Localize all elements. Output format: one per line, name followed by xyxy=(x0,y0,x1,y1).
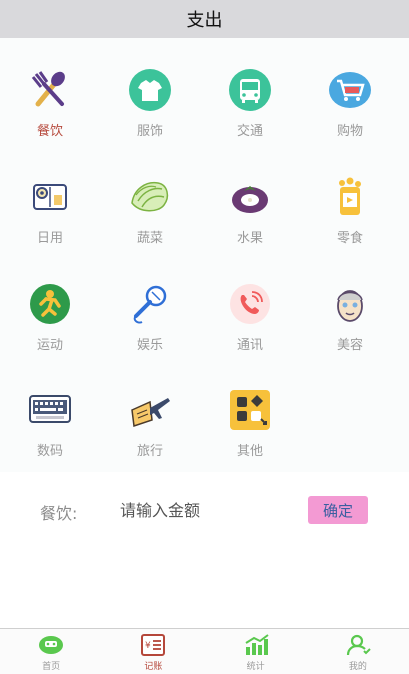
category-label: 旅行 xyxy=(136,444,163,459)
plane-ticket-icon xyxy=(127,388,173,432)
category-digital[interactable]: 数码 xyxy=(0,358,100,459)
nav-item-profile[interactable]: 我的 xyxy=(307,629,409,674)
category-beauty[interactable]: 美容 xyxy=(300,252,400,353)
category-label: 日用 xyxy=(36,231,63,246)
category-label: 数码 xyxy=(36,444,63,459)
nav-item-statistics[interactable]: 统计 xyxy=(205,629,307,674)
face-mask-icon xyxy=(327,282,373,326)
page-title: 支出 xyxy=(186,10,223,31)
snack-can-icon xyxy=(327,175,373,219)
phone-call-icon xyxy=(227,282,273,326)
bar-chart-icon xyxy=(245,634,269,655)
category-entertainment[interactable]: 娱乐 xyxy=(100,252,200,353)
category-grid: 餐饮 服饰 交通 购物 日用 蔬菜 水果 零食 运动 娱乐 通讯 美容 数码 旅… xyxy=(0,38,409,472)
category-label: 购物 xyxy=(336,124,363,139)
fork-spoon-icon xyxy=(27,68,73,112)
category-travel[interactable]: 旅行 xyxy=(100,358,200,459)
ledger-icon: ¥ xyxy=(141,634,166,656)
nav-label: 我的 xyxy=(348,662,367,672)
other-apps-icon xyxy=(227,388,273,432)
category-communication[interactable]: 通讯 xyxy=(200,252,300,353)
amount-input[interactable] xyxy=(120,494,290,526)
bus-icon xyxy=(227,68,273,112)
category-label: 水果 xyxy=(236,231,263,246)
category-shopping[interactable]: 购物 xyxy=(300,38,400,139)
nav-label: 统计 xyxy=(246,662,265,672)
svg-text:¥: ¥ xyxy=(145,641,151,651)
category-label: 服饰 xyxy=(136,124,163,139)
category-snacks[interactable]: 零食 xyxy=(300,145,400,246)
category-label: 美容 xyxy=(336,338,363,353)
category-daily[interactable]: 日用 xyxy=(0,145,100,246)
tissue-roll-icon xyxy=(27,175,73,219)
category-label: 娱乐 xyxy=(136,338,163,353)
selected-category-label: 餐饮: xyxy=(40,504,78,523)
category-label: 蔬菜 xyxy=(136,231,163,246)
bottom-nav: 首页 ¥ 记账 统计 我的 xyxy=(0,628,409,674)
category-label: 通讯 xyxy=(236,338,263,353)
category-other[interactable]: 其他 xyxy=(200,358,300,459)
nav-label: 首页 xyxy=(42,662,61,672)
running-person-icon xyxy=(27,282,73,326)
tshirt-icon xyxy=(127,68,173,112)
home-icon xyxy=(39,636,64,654)
category-clothing[interactable]: 服饰 xyxy=(100,38,200,139)
category-label: 其他 xyxy=(236,444,263,459)
nav-item-home[interactable]: 首页 xyxy=(0,629,102,674)
title-bar: 支出 xyxy=(0,0,409,38)
profile-icon xyxy=(346,634,371,656)
nav-item-bookkeeping[interactable]: ¥ 记账 xyxy=(102,629,204,674)
category-label: 交通 xyxy=(236,124,263,139)
category-dining[interactable]: 餐饮 xyxy=(0,38,100,139)
nav-label: 记账 xyxy=(144,662,163,672)
confirm-button[interactable]: 确定 xyxy=(308,496,368,524)
cabbage-icon xyxy=(127,175,173,219)
category-label: 餐饮 xyxy=(36,124,63,139)
category-label: 零食 xyxy=(336,231,363,246)
keyboard-icon xyxy=(27,388,73,432)
microphone-icon xyxy=(127,282,173,326)
category-vegetables[interactable]: 蔬菜 xyxy=(100,145,200,246)
category-transport[interactable]: 交通 xyxy=(200,38,300,139)
mangosteen-icon xyxy=(227,175,273,219)
category-sports[interactable]: 运动 xyxy=(0,252,100,353)
shopping-cart-icon xyxy=(327,68,373,112)
category-label: 运动 xyxy=(36,338,63,353)
category-fruit[interactable]: 水果 xyxy=(200,145,300,246)
